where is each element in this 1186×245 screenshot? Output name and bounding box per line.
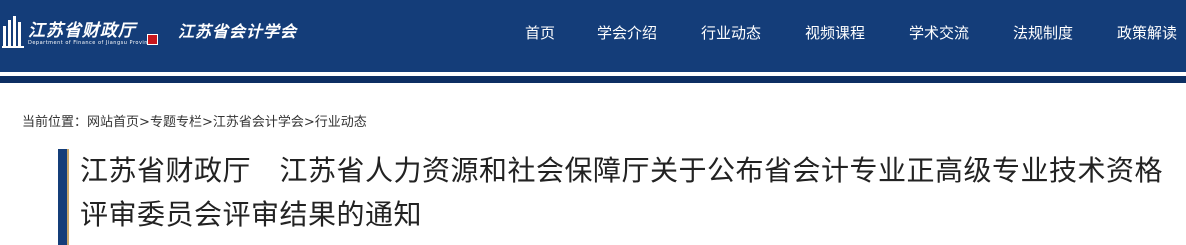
breadcrumb-link-topics[interactable]: 专题专栏 (150, 115, 202, 130)
breadcrumb: 当前位置：网站首页>专题专栏>江苏省会计学会>行业动态 (22, 111, 367, 130)
article-title: 江苏省财政厅 江苏省人力资源和社会保障厅关于公布省会计专业正高级专业技术资格评审… (80, 154, 1164, 231)
breadcrumb-prefix: 当前位置： (22, 115, 88, 130)
title-accent-stripe (67, 149, 69, 245)
nav-home[interactable]: 首页 (525, 22, 555, 43)
nav-video-courses[interactable]: 视频课程 (805, 22, 865, 43)
nav-academic-exchange[interactable]: 学术交流 (909, 22, 969, 43)
nav-about[interactable]: 学会介绍 (597, 22, 657, 43)
nav-regulations[interactable]: 法规制度 (1013, 22, 1073, 43)
nav-policy-interpretation[interactable]: 政策解读 (1117, 22, 1177, 43)
breadcrumb-link-industry-news[interactable]: 行业动态 (315, 115, 367, 130)
site-header: 江苏省财政厅 Department of Finance of Jiangsu … (0, 0, 1186, 72)
main-nav: 首页 学会介绍 行业动态 视频课程 学术交流 法规制度 政策解读 (0, 0, 1186, 72)
breadcrumb-link-society[interactable]: 江苏省会计学会 (213, 115, 304, 130)
breadcrumb-separator: > (201, 115, 213, 130)
title-accent-bar (58, 149, 67, 245)
breadcrumb-link-home[interactable]: 网站首页 (87, 115, 139, 130)
breadcrumb-separator: > (303, 115, 315, 130)
nav-industry-news[interactable]: 行业动态 (701, 22, 761, 43)
breadcrumb-separator: > (139, 115, 150, 130)
header-underbar (0, 76, 1186, 83)
